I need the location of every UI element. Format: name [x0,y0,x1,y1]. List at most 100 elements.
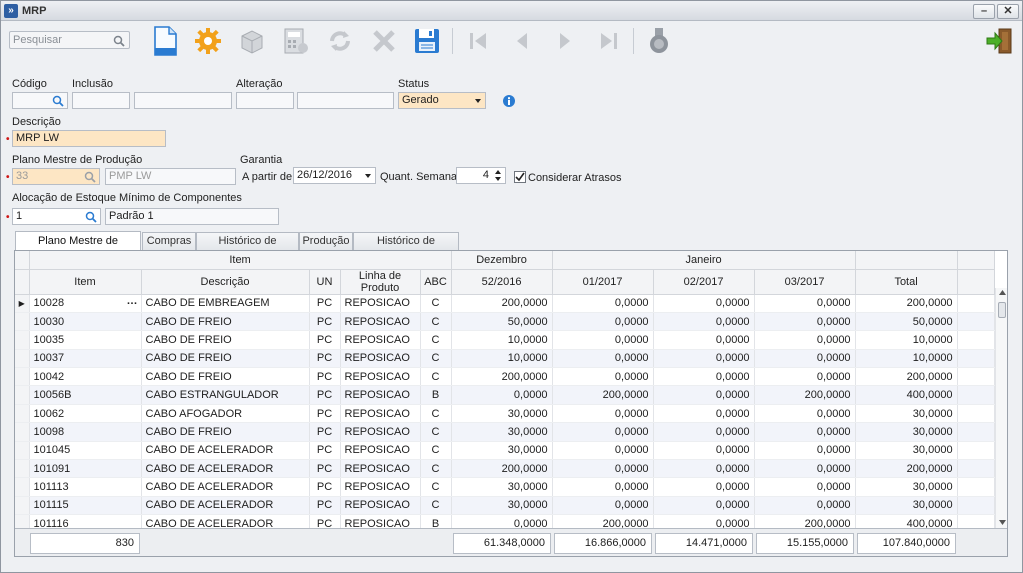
cell-abc[interactable]: C [420,459,452,479]
cell-total[interactable]: 200,0000 [854,367,958,387]
alteracao-date-field[interactable] [236,92,294,109]
cell-03-2017[interactable]: 0,0000 [754,422,856,442]
cell-abc[interactable]: C [420,367,452,387]
table-row[interactable]: 10042 CABO DE FREIO PC REPOSICAO C 200,0000 0,… [15,367,995,387]
alocacao-code-field[interactable]: 1 [12,208,101,225]
cell-item[interactable]: 10035 [29,330,142,350]
cell-linha-produto[interactable]: REPOSICAO [340,422,421,442]
cell-un[interactable]: PC [309,330,341,350]
cell-03-2017[interactable]: 0,0000 [754,349,856,369]
table-row[interactable]: 101045 CABO DE ACELERADOR PC REPOSICAO C 30,0… [15,441,995,461]
table-row[interactable]: 10062 CABO AFOGADOR PC REPOSICAO C 30,0000 0,0… [15,404,995,424]
cell-52-2016[interactable]: 200,0000 [450,459,553,479]
cell-01-2017[interactable]: 200,0000 [552,385,654,405]
cell-item[interactable]: 10056B [29,385,142,405]
scroll-down-icon[interactable] [999,520,1006,525]
cell-total[interactable]: 50,0000 [854,312,958,332]
cell-02-2017[interactable]: 0,0000 [653,330,755,350]
cell-linha-produto[interactable]: REPOSICAO [340,404,421,424]
row-indicator[interactable] [15,367,30,387]
cell-un[interactable]: PC [309,496,341,516]
cell-descricao[interactable]: CABO DE ACELERADOR [141,459,310,479]
column-header-descricao[interactable]: Descrição [141,269,310,295]
cell-descricao[interactable]: CABO DE EMBREAGEM [141,294,310,313]
first-record-icon[interactable] [462,25,494,57]
search-box[interactable] [9,31,130,49]
alocacao-search-icon[interactable] [85,211,97,223]
cell-item[interactable]: 10042 [29,367,142,387]
cell-item[interactable]: 101115 [29,496,142,516]
cell-un[interactable]: PC [309,294,341,313]
delete-x-icon[interactable] [368,25,400,57]
search-input[interactable] [10,32,110,48]
row-indicator[interactable] [15,385,30,405]
cell-linha-produto[interactable]: REPOSICAO [340,496,421,516]
cell-01-2017[interactable]: 0,0000 [552,330,654,350]
column-header-un[interactable]: UN [309,269,341,295]
save-disk-icon[interactable] [411,25,443,57]
cell-descricao[interactable]: CABO DE ACELERADOR [141,477,310,497]
cell-01-2017[interactable]: 0,0000 [552,459,654,479]
cell-total[interactable]: 30,0000 [854,477,958,497]
quant-semanas-stepper[interactable]: 4 [456,167,506,184]
cell-un[interactable]: PC [309,477,341,497]
cell-02-2017[interactable]: 0,0000 [653,477,755,497]
cell-02-2017[interactable]: 0,0000 [653,312,755,332]
tab-plano-mestre[interactable]: Plano Mestre de Produção [15,231,141,266]
cell-linha-produto[interactable]: REPOSICAO [340,477,421,497]
cell-item[interactable]: 10030 [29,312,142,332]
tab-compras[interactable]: Compras [142,232,196,251]
next-record-icon[interactable] [549,25,581,57]
cell-abc[interactable]: C [420,349,452,369]
cell-descricao[interactable]: CABO DE FREIO [141,312,310,332]
cell-03-2017[interactable]: 0,0000 [754,459,856,479]
column-header-item[interactable]: Item [29,269,142,295]
item-lookup-ellipsis-button[interactable]: … [127,295,138,307]
row-indicator[interactable] [15,496,30,516]
table-row[interactable]: ▶ 10028… CABO DE EMBREAGEM PC REPOSICAO C 200,… [15,294,995,313]
cell-total[interactable]: 30,0000 [854,496,958,516]
cell-52-2016[interactable]: 200,0000 [450,294,553,313]
considerar-atrasos-checkbox[interactable] [514,171,526,183]
minimize-button[interactable]: – [973,4,995,19]
scroll-up-icon[interactable] [999,290,1006,295]
codigo-search-icon[interactable] [52,95,64,107]
cell-01-2017[interactable]: 0,0000 [552,477,654,497]
search-icon[interactable] [113,35,125,47]
cell-01-2017[interactable]: 0,0000 [552,404,654,424]
calculator-icon[interactable] [280,25,312,57]
stepper-arrows-icon[interactable] [494,169,502,182]
previous-record-icon[interactable] [506,25,538,57]
cell-un[interactable]: PC [309,312,341,332]
descricao-field[interactable]: MRP LW [12,130,166,147]
tab-historico-compras[interactable]: Histórico de Compras [196,232,299,264]
inclusao-user-field[interactable] [134,92,232,109]
row-indicator[interactable] [15,404,30,424]
cell-un[interactable]: PC [309,349,341,369]
cell-02-2017[interactable]: 0,0000 [653,496,755,516]
cell-un[interactable]: PC [309,441,341,461]
cell-descricao[interactable]: CABO DE FREIO [141,367,310,387]
cell-item[interactable]: 10037 [29,349,142,369]
a-partir-date-field[interactable]: 26/12/2016 [293,167,376,184]
cell-02-2017[interactable]: 0,0000 [653,404,755,424]
cell-abc[interactable]: C [420,422,452,442]
cell-total[interactable]: 200,0000 [854,294,958,313]
cell-linha-produto[interactable]: REPOSICAO [340,385,421,405]
cell-total[interactable]: 200,0000 [854,459,958,479]
cell-linha-produto[interactable]: REPOSICAO [340,459,421,479]
cell-03-2017[interactable]: 0,0000 [754,312,856,332]
scrollbar-thumb[interactable] [998,302,1006,318]
cell-descricao[interactable]: CABO DE ACELERADOR [141,496,310,516]
column-header-total[interactable]: Total [854,269,958,295]
cell-total[interactable]: 400,0000 [854,385,958,405]
cell-item[interactable]: 101113 [29,477,142,497]
cell-linha-produto[interactable]: REPOSICAO [340,349,421,369]
cell-total[interactable]: 30,0000 [854,422,958,442]
tab-producao[interactable]: Produção [299,232,353,251]
cell-02-2017[interactable]: 0,0000 [653,294,755,313]
column-header-01-2017[interactable]: 01/2017 [552,269,654,295]
cell-item[interactable]: 101091 [29,459,142,479]
cell-03-2017[interactable]: 0,0000 [754,477,856,497]
cell-descricao[interactable]: CABO DE ACELERADOR [141,441,310,461]
